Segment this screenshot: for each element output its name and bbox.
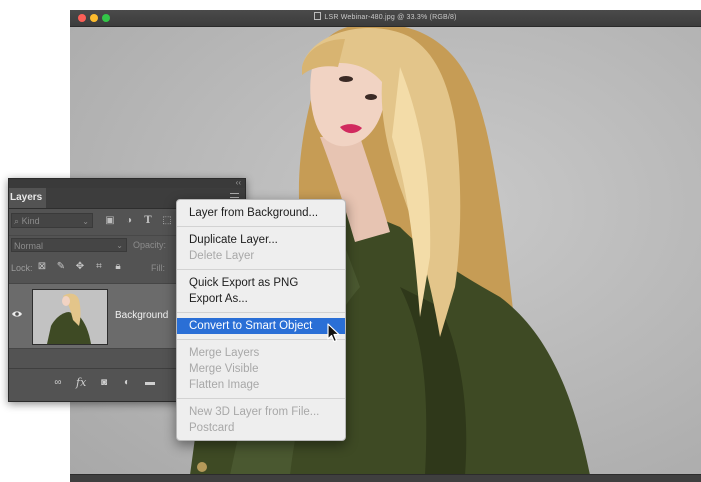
menu-item-quick-export-png[interactable]: Quick Export as PNG bbox=[177, 275, 345, 291]
menu-item-new-3d-layer: New 3D Layer from File... bbox=[189, 406, 320, 418]
eye-icon[interactable] bbox=[12, 309, 22, 319]
eye bbox=[339, 76, 353, 82]
lock-artboard-icon[interactable]: ⌗ bbox=[94, 262, 104, 272]
document-title-text: LSR Webinar-480.jpg @ 33.3% (RGB/8) bbox=[324, 14, 457, 21]
menu-item-merge-layers: Merge Layers bbox=[189, 347, 260, 359]
chevron-down-icon: ⌄ bbox=[116, 241, 123, 250]
fx-icon[interactable]: fx bbox=[76, 377, 86, 388]
layer-thumbnail[interactable] bbox=[32, 289, 108, 345]
panel-drag-bar[interactable]: ‹‹ bbox=[9, 178, 245, 188]
menu-separator bbox=[177, 226, 345, 227]
layer-name[interactable]: Background bbox=[115, 310, 168, 321]
mouse-pointer-icon bbox=[327, 323, 340, 343]
search-icon: ⌕ bbox=[14, 216, 20, 226]
lock-all-icon[interactable]: 🔒︎ bbox=[113, 262, 123, 272]
document-statusbar bbox=[70, 474, 701, 482]
lock-label: Lock: bbox=[11, 263, 33, 273]
type-filter-icon[interactable]: T bbox=[143, 216, 153, 226]
link-icon[interactable]: ∞ bbox=[53, 378, 63, 388]
menu-item-postcard: Postcard bbox=[189, 422, 235, 434]
adjustment-icon[interactable]: ◐ bbox=[122, 378, 132, 388]
tab-layers[interactable]: Layers bbox=[9, 188, 46, 208]
chevron-down-icon: ⌄ bbox=[82, 217, 89, 226]
menu-separator bbox=[177, 398, 345, 399]
shape-filter-icon[interactable]: ⬚ bbox=[162, 216, 172, 226]
document-file-icon bbox=[314, 12, 322, 20]
menu-item-merge-visible: Merge Visible bbox=[189, 363, 259, 375]
lock-transparent-icon[interactable]: ⊠ bbox=[37, 262, 47, 272]
image-filter-icon[interactable]: ▣ bbox=[105, 216, 115, 226]
blend-mode-value: Normal bbox=[14, 241, 44, 251]
lock-icons: ⊠ ✎ ✥ ⌗ 🔒︎ bbox=[37, 262, 123, 272]
menu-item-layer-from-background[interactable]: Layer from Background... bbox=[177, 205, 345, 221]
filter-icons: ▣ ◑ T ⬚ bbox=[105, 214, 172, 228]
document-title: LSR Webinar-480.jpg @ 33.3% (RGB/8) bbox=[70, 12, 701, 21]
footer-icons: ∞ fx ◙ ◐ ▬ bbox=[53, 377, 155, 388]
document-titlebar[interactable]: LSR Webinar-480.jpg @ 33.3% (RGB/8) bbox=[70, 10, 701, 27]
menu-item-duplicate-layer[interactable]: Duplicate Layer... bbox=[177, 232, 345, 248]
menu-separator bbox=[177, 339, 345, 340]
eye bbox=[365, 94, 377, 100]
menu-separator bbox=[177, 312, 345, 313]
filter-kind-select[interactable]: ⌕ Kind ⌄ bbox=[11, 213, 93, 228]
layer-thumbnail-image bbox=[33, 290, 107, 344]
menu-item-convert-to-smart-object[interactable]: Convert to Smart Object bbox=[177, 318, 345, 334]
lock-move-icon[interactable]: ✥ bbox=[75, 262, 85, 272]
fill-label: Fill: bbox=[151, 263, 165, 273]
menu-item-delete-layer: Delete Layer bbox=[189, 250, 255, 262]
menu-item-flatten-image: Flatten Image bbox=[189, 379, 260, 391]
menu-separator bbox=[177, 269, 345, 270]
menu-item-export-as[interactable]: Export As... bbox=[177, 291, 345, 307]
opacity-label: Opacity: bbox=[133, 240, 167, 250]
jacket-button bbox=[197, 462, 207, 472]
blend-mode-select[interactable]: Normal ⌄ bbox=[11, 238, 127, 252]
adjustment-filter-icon[interactable]: ◑ bbox=[124, 216, 134, 226]
layer-context-menu: Layer from Background... Duplicate Layer… bbox=[176, 199, 346, 441]
lock-paint-icon[interactable]: ✎ bbox=[56, 262, 66, 272]
filter-kind-label: Kind bbox=[21, 216, 40, 226]
collapse-panel-icon[interactable]: ‹‹ bbox=[236, 178, 241, 187]
folder-icon[interactable]: ▬ bbox=[145, 378, 155, 388]
mask-icon[interactable]: ◙ bbox=[99, 378, 109, 388]
